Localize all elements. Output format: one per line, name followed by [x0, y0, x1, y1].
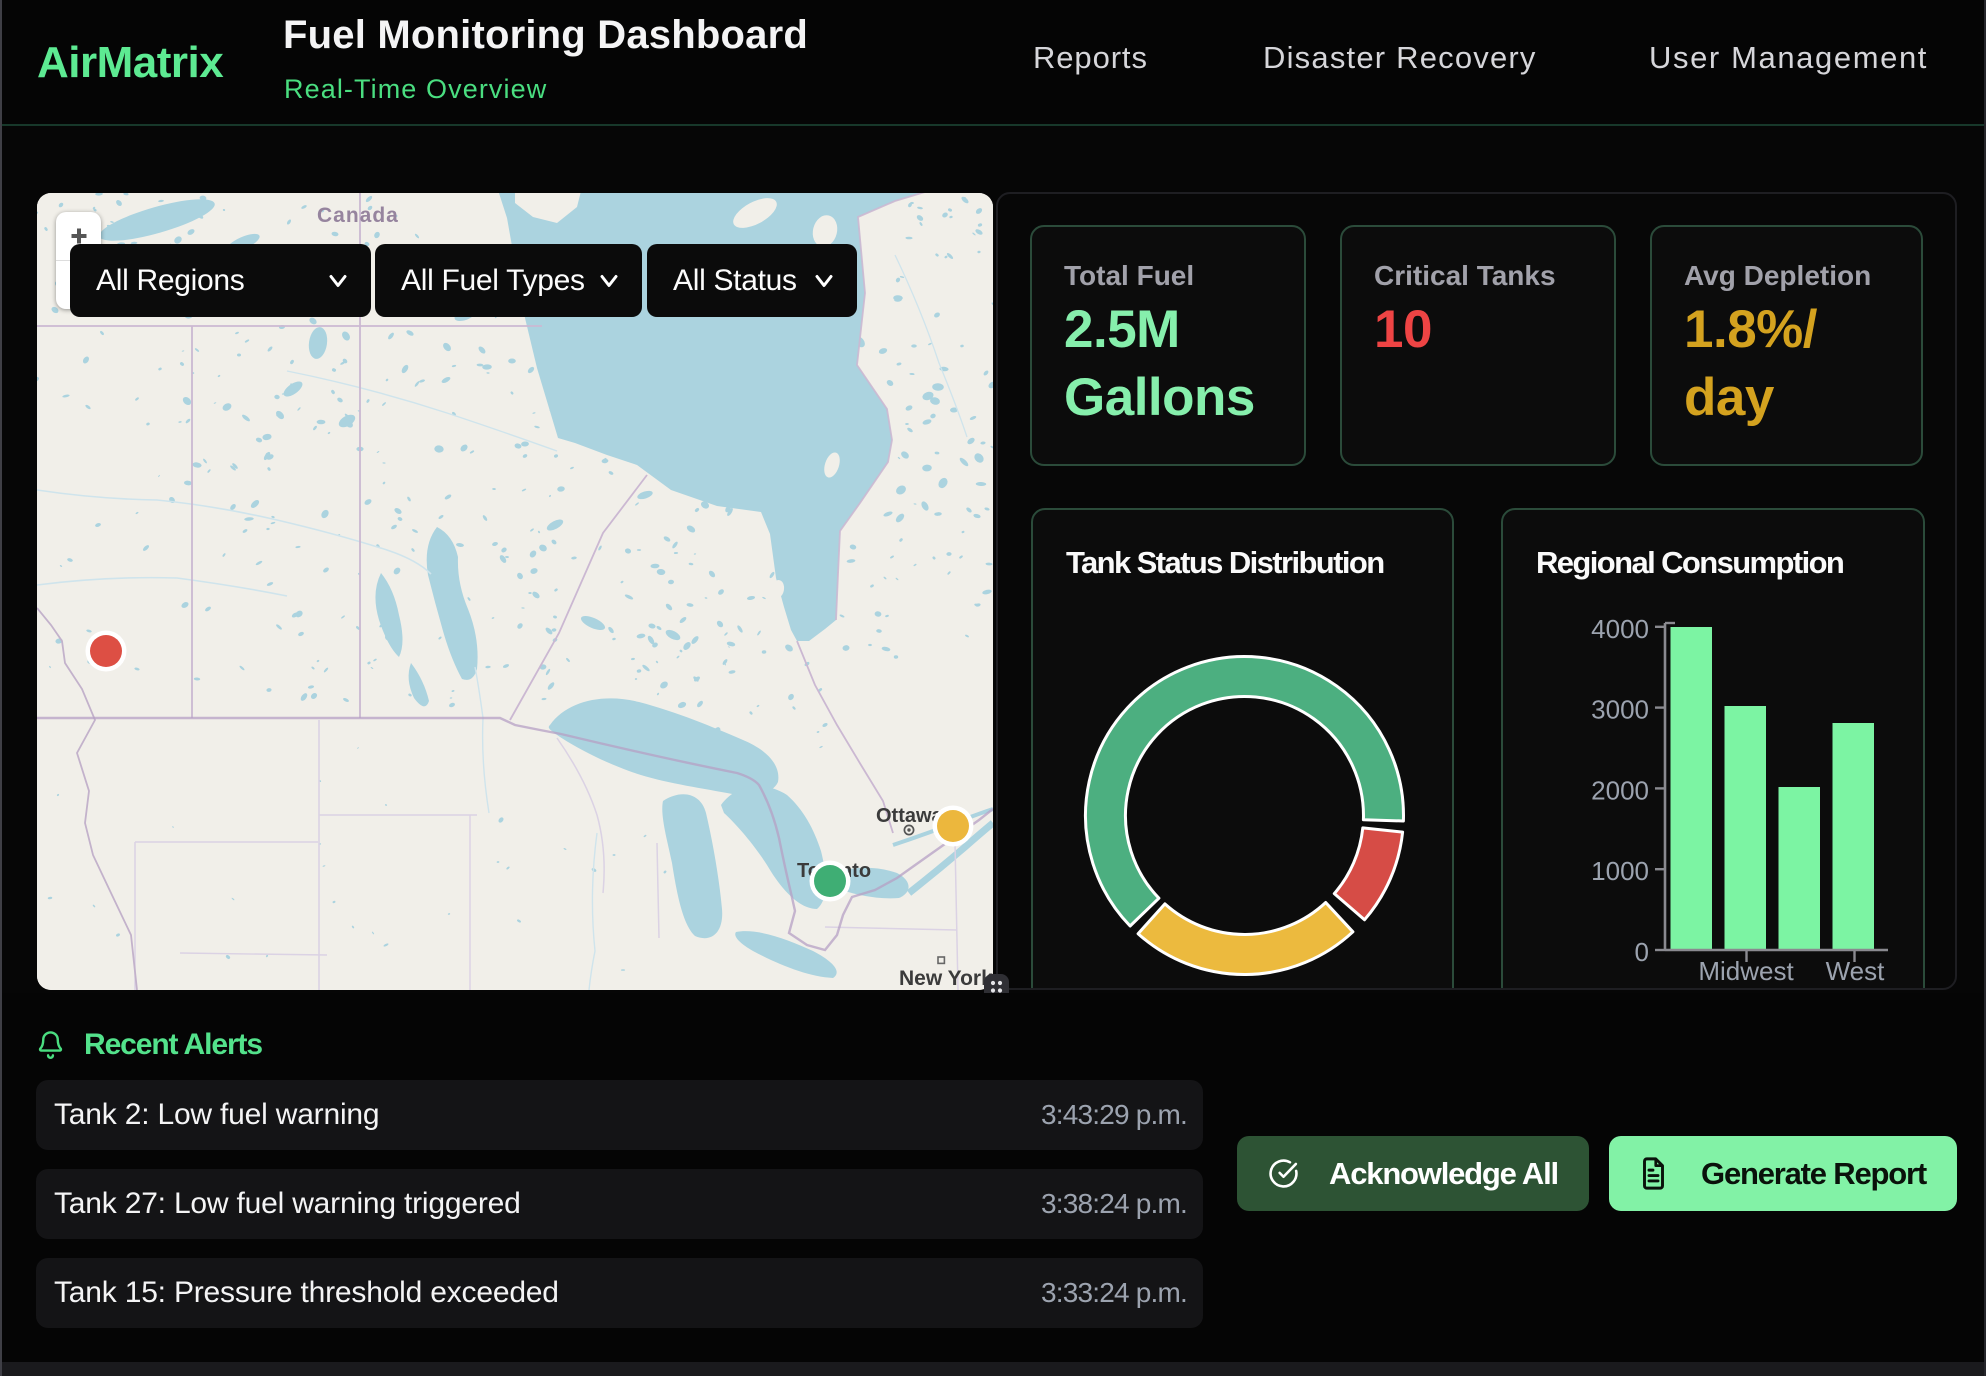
svg-text:1000: 1000	[1591, 856, 1649, 886]
svg-text:3000: 3000	[1591, 695, 1649, 725]
svg-text:0: 0	[1635, 937, 1649, 967]
svg-text:New York: New York	[899, 967, 993, 990]
svg-text:4000: 4000	[1591, 614, 1649, 644]
svg-text:2000: 2000	[1591, 775, 1649, 805]
svg-text:West: West	[1826, 956, 1886, 986]
svg-text:Canada: Canada	[317, 204, 399, 227]
svg-text:Midwest: Midwest	[1698, 956, 1794, 986]
